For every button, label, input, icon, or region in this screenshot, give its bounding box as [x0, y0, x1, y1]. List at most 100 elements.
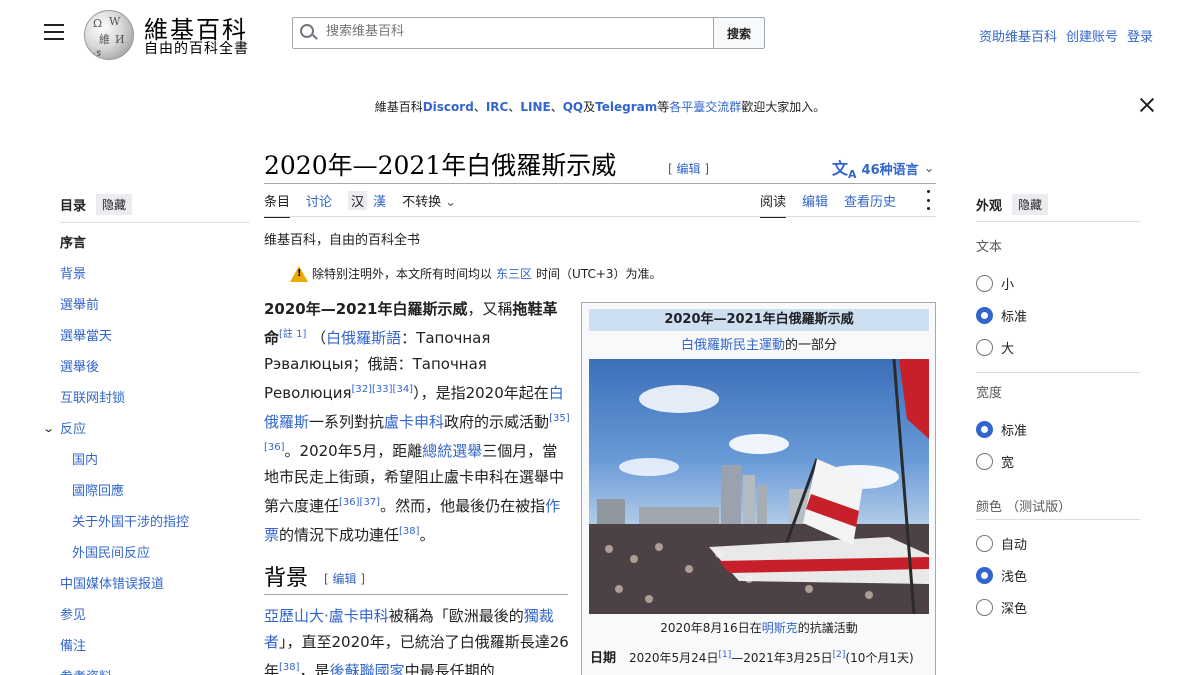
- variant-traditional[interactable]: 漢: [373, 191, 386, 210]
- language-button[interactable]: 文A 46种语言 ⌄: [832, 155, 935, 181]
- appearance-divider: [976, 519, 1140, 520]
- radio-button[interactable]: [976, 535, 993, 552]
- width-label: 宽度: [976, 386, 1003, 401]
- lukashenko-link[interactable]: 盧卡申科: [384, 413, 444, 431]
- convert-dropdown[interactable]: 不转换 ⌄: [402, 191, 456, 210]
- radio-button[interactable]: [976, 421, 993, 438]
- toc-item[interactable]: 中国媒体错误报道: [60, 577, 189, 608]
- discord-link[interactable]: Discord: [423, 100, 474, 114]
- belarusian-lang-link[interactable]: 白俄羅斯語: [326, 329, 401, 347]
- toc-item[interactable]: 国内: [60, 453, 189, 484]
- toc-item[interactable]: 外国民间反应: [60, 546, 189, 577]
- ref-link[interactable]: [38]: [399, 526, 420, 537]
- width-option-label: 宽: [1001, 456, 1015, 471]
- tab-talk[interactable]: 讨论: [306, 191, 332, 216]
- text-size-option[interactable]: 小: [976, 274, 1014, 293]
- personal-tools: 资助维基百科 创建账号 登录: [979, 26, 1153, 45]
- notice-text: 維基百科: [374, 100, 423, 114]
- toc-item[interactable]: 关于外国干涉的指控: [60, 515, 189, 546]
- close-icon[interactable]: [1138, 96, 1156, 114]
- post-soviet-link[interactable]: 後蘇聯國家: [330, 662, 405, 675]
- radio-button[interactable]: [976, 307, 993, 324]
- color-option-label: 深色: [1001, 602, 1028, 617]
- more-actions-icon[interactable]: [925, 190, 931, 210]
- chevron-down-icon: ⌄: [445, 195, 457, 210]
- width-option[interactable]: 标准: [976, 420, 1027, 439]
- toc-item[interactable]: 選舉當天: [60, 329, 189, 360]
- radio-button[interactable]: [976, 339, 993, 356]
- toc-item[interactable]: 選舉前: [60, 298, 189, 329]
- irc-link[interactable]: IRC: [486, 100, 509, 114]
- telegram-link[interactable]: Telegram: [595, 100, 657, 114]
- date-label: 日期: [590, 651, 617, 666]
- toc-item[interactable]: 互联网封锁: [60, 391, 189, 422]
- radio-button[interactable]: [976, 453, 993, 470]
- toc-item[interactable]: 備注: [60, 639, 189, 670]
- ref-link[interactable]: [32][33][34]: [352, 384, 414, 395]
- section-edit-link[interactable]: [ 编辑 ]: [324, 570, 365, 587]
- tab-article[interactable]: 条目: [264, 191, 291, 218]
- search-button[interactable]: 搜索: [713, 17, 765, 49]
- toc-item[interactable]: 背景: [60, 267, 189, 298]
- toc-item[interactable]: 選舉後: [60, 360, 189, 391]
- tab-read[interactable]: 阅读: [760, 191, 787, 218]
- color-option[interactable]: 浅色: [976, 566, 1027, 585]
- protest-photo[interactable]: [589, 359, 929, 614]
- lukashenko-full-link[interactable]: 亞歷山大·盧卡申科: [264, 607, 389, 625]
- wikipedia-globe-logo[interactable]: Ω W 維 И ي: [84, 10, 134, 60]
- namespace-tabs: 条目 讨论 汉 漢 不转换 ⌄: [264, 191, 456, 218]
- line-link[interactable]: LINE: [520, 100, 550, 114]
- tab-history[interactable]: 查看历史: [844, 191, 896, 216]
- toc-item[interactable]: 序言: [60, 236, 189, 267]
- chevron-down-icon[interactable]: ⌄: [42, 422, 55, 435]
- minsk-link[interactable]: 明斯克: [762, 621, 798, 635]
- view-tabs: 阅读 编辑 查看历史: [760, 191, 896, 218]
- variant-switcher[interactable]: 汉 漢: [348, 191, 386, 210]
- donate-link[interactable]: 资助维基百科: [979, 26, 1057, 45]
- login-link[interactable]: 登录: [1127, 26, 1153, 45]
- radio-button[interactable]: [976, 599, 993, 616]
- color-option-label: 自动: [1001, 538, 1028, 553]
- note-ref[interactable]: [註 1]: [279, 329, 306, 340]
- color-option[interactable]: 自动: [976, 534, 1027, 553]
- election-link[interactable]: 總統選舉: [422, 442, 482, 460]
- toc-item[interactable]: 参考资料: [60, 670, 189, 675]
- main-menu-button[interactable]: [44, 24, 64, 42]
- toc-hide-button[interactable]: 隐藏: [96, 194, 133, 215]
- text-size-option-label: 小: [1001, 278, 1015, 293]
- color-label: 颜色 （测试版）: [976, 500, 1072, 515]
- title-edit-link[interactable]: [ 编辑 ]: [668, 160, 709, 177]
- ref-link[interactable]: [36][37]: [339, 497, 380, 508]
- ref-link[interactable]: [38]: [279, 662, 300, 673]
- create-account-link[interactable]: 创建账号: [1066, 26, 1118, 45]
- text-size-option-label: 大: [1001, 342, 1015, 357]
- protest-photo-illustration: [589, 359, 929, 614]
- text-size-option[interactable]: 大: [976, 338, 1014, 357]
- radio-button[interactable]: [976, 567, 993, 584]
- qq-link[interactable]: QQ: [563, 100, 583, 114]
- toc-item[interactable]: 反应: [60, 422, 189, 453]
- text-size-option[interactable]: 标准: [976, 306, 1027, 325]
- chevron-down-icon: ⌄: [923, 160, 935, 176]
- tab-edit[interactable]: 编辑: [802, 191, 828, 216]
- translate-icon: 文A: [832, 159, 857, 182]
- democratic-movement-link[interactable]: 白俄羅斯民主運動: [681, 338, 785, 353]
- appearance-title: 外观: [976, 199, 1003, 214]
- appearance-hide-button[interactable]: 隐藏: [1012, 194, 1049, 215]
- ref-link[interactable]: [1]: [718, 650, 731, 660]
- text-size-option-label: 标准: [1001, 310, 1028, 325]
- variant-simplified[interactable]: 汉: [348, 191, 368, 210]
- toc-title: 目录: [60, 199, 87, 214]
- page-title: 2020年—2021年白俄羅斯示威: [264, 151, 617, 180]
- timezone-link[interactable]: 东三区: [496, 265, 532, 282]
- toc-item[interactable]: 参见: [60, 608, 189, 639]
- search-input[interactable]: [326, 24, 706, 39]
- toc-item[interactable]: 國際回應: [60, 484, 189, 515]
- radio-button[interactable]: [976, 275, 993, 292]
- color-option[interactable]: 深色: [976, 598, 1027, 617]
- chat-groups-link[interactable]: 各平臺交流群: [669, 100, 741, 114]
- section-heading-background: 背景: [264, 566, 309, 591]
- ref-link[interactable]: [2]: [833, 650, 846, 660]
- width-option[interactable]: 宽: [976, 452, 1014, 471]
- site-notice: 維基百科Discord、IRC、LINE、QQ及Telegram等各平臺交流群歡…: [374, 100, 826, 114]
